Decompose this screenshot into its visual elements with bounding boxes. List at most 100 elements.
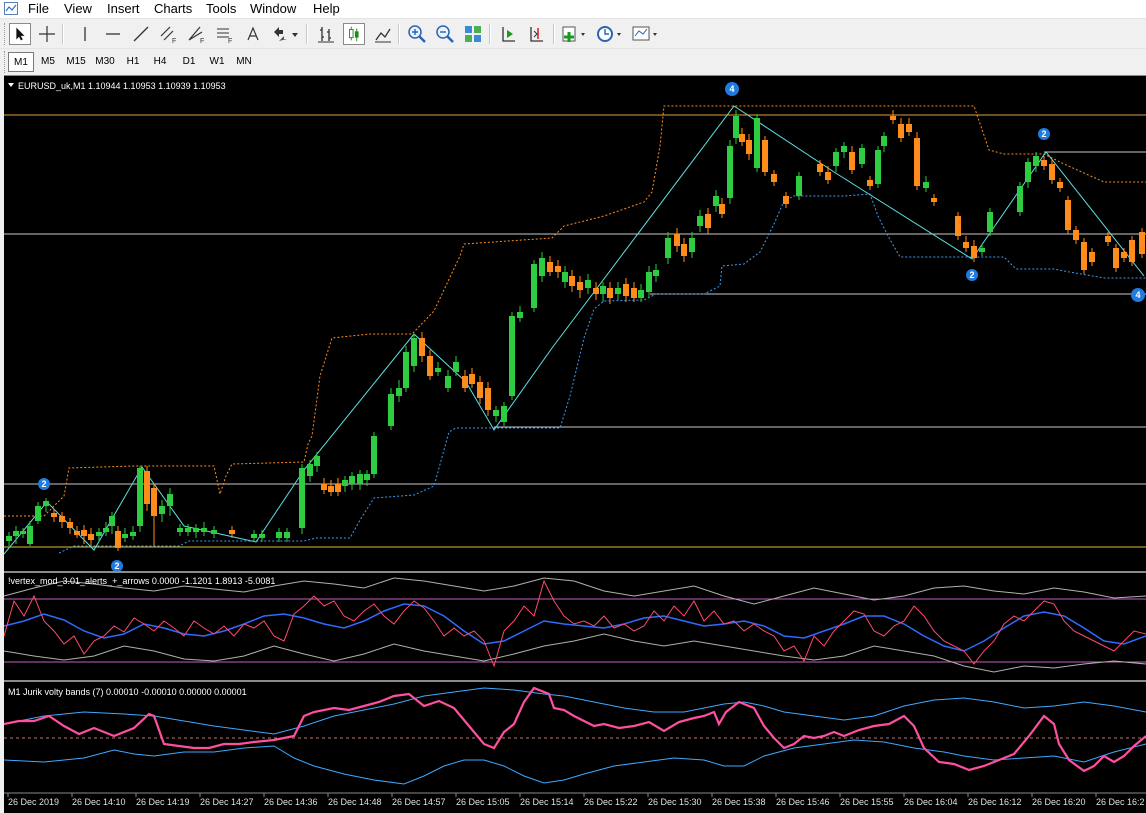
menu-window[interactable]: Window: [250, 1, 296, 17]
bullish-candle: [159, 506, 165, 514]
bullish-candle: [733, 116, 739, 138]
line-chart-icon[interactable]: [372, 23, 394, 45]
bearish-candle: [771, 174, 777, 182]
bullish-candle: [388, 394, 394, 426]
vertical-line-icon[interactable]: [74, 23, 96, 45]
bullish-candle: [833, 152, 839, 166]
bullish-candle: [562, 272, 568, 282]
bearish-candle: [971, 246, 977, 258]
chart-canvas[interactable]: 4 2 2 2 4 2 EURUSD_uk,M1 1.10944 1.10953…: [4, 76, 1146, 813]
bullish-candle: [276, 532, 282, 538]
bearish-candle: [151, 488, 157, 516]
bullish-candle: [453, 362, 459, 372]
timeframe-h4-button[interactable]: H4: [147, 52, 173, 72]
bearish-candle: [1113, 248, 1119, 268]
main-price-pane[interactable]: 4 2 2 2 4 2 EURUSD_uk,M1 1.10944 1.10953…: [4, 81, 1146, 572]
timeframe-m1-button[interactable]: M1: [8, 52, 34, 72]
time-axis-label: 26 Dec 15:46: [776, 797, 830, 807]
vertex-indicator-pane[interactable]: !vertex_mod_3.01_alerts_+_arrows 0.0000 …: [4, 576, 1146, 673]
bearish-candle: [547, 262, 553, 272]
bearish-candle: [1057, 182, 1063, 188]
timeframe-m15-button[interactable]: M15: [62, 52, 90, 72]
auto-scroll-icon[interactable]: [497, 23, 519, 45]
bearish-candle: [469, 374, 475, 384]
fibonacci-fan-icon[interactable]: F: [186, 23, 208, 45]
toolbar-separator: [62, 24, 64, 44]
bearish-candle: [963, 242, 969, 248]
timeframe-mn-button[interactable]: MN: [231, 52, 257, 72]
menu-charts[interactable]: Charts: [154, 1, 192, 17]
bearish-candle: [955, 216, 961, 236]
bullish-candle: [615, 288, 621, 294]
trendline-icon[interactable]: [130, 23, 152, 45]
bearish-candle: [623, 284, 629, 296]
bullish-candle: [109, 516, 115, 526]
menu-bar: File View Insert Charts Tools Window Hel…: [0, 0, 1146, 18]
lower-channel-line: [58, 193, 1146, 554]
candlestick-icon[interactable]: [343, 23, 365, 45]
indicators-icon[interactable]: [560, 23, 588, 45]
timeframe-h1-button[interactable]: H1: [120, 52, 146, 72]
timeframe-d1-button[interactable]: D1: [176, 52, 202, 72]
time-axis-label: 26 Dec 15:14: [520, 797, 574, 807]
app-icon[interactable]: [4, 2, 18, 15]
arrows-icon[interactable]: [270, 23, 300, 45]
bullish-candle: [96, 532, 102, 536]
bullish-candle: [13, 531, 19, 536]
periods-icon[interactable]: [594, 23, 624, 45]
jurik-pink-line: [4, 686, 1146, 773]
bullish-candle: [585, 280, 591, 288]
timeframe-m5-button[interactable]: M5: [35, 52, 61, 72]
bullish-candle: [185, 528, 191, 532]
cursor-icon[interactable]: [9, 23, 31, 45]
bearish-candle: [577, 282, 583, 290]
menu-insert[interactable]: Insert: [107, 1, 140, 17]
menu-help[interactable]: Help: [313, 1, 340, 17]
text-label-icon[interactable]: [242, 23, 264, 45]
timeframe-w1-button[interactable]: W1: [204, 52, 230, 72]
zoom-in-icon[interactable]: [406, 23, 428, 45]
bearish-candle: [867, 180, 873, 186]
bullish-candle: [130, 532, 136, 536]
bearish-candle: [1049, 164, 1055, 180]
bullish-candle: [211, 530, 217, 534]
horizontal-line-icon[interactable]: [102, 23, 124, 45]
bearish-candle: [705, 214, 711, 228]
upper-channel-line: [4, 105, 1146, 517]
bearish-candle: [783, 196, 789, 204]
bullish-candle: [201, 528, 207, 532]
timeframe-m30-button[interactable]: M30: [91, 52, 119, 72]
collapse-arrow-icon[interactable]: [8, 83, 14, 87]
svg-text:2: 2: [41, 479, 46, 489]
bearish-candle: [1121, 252, 1127, 258]
time-axis-label: 26 Dec 2019: [8, 797, 59, 807]
chart-window[interactable]: 4 2 2 2 4 2 EURUSD_uk,M1 1.10944 1.10953…: [4, 75, 1146, 813]
bullish-candle: [6, 536, 12, 541]
fibonacci-retracement-icon[interactable]: F: [214, 23, 236, 45]
bullish-candle: [357, 474, 363, 484]
bar-chart-icon[interactable]: [315, 23, 337, 45]
time-axis-label: 26 Dec 14:10: [72, 797, 126, 807]
jurik-indicator-header: M1 Jurik volty bands (7) 0.00010 -0.0001…: [8, 687, 247, 697]
crosshair-icon[interactable]: [36, 23, 58, 45]
fibonacci-channel-icon[interactable]: F: [158, 23, 180, 45]
menu-tools[interactable]: Tools: [206, 1, 236, 17]
svg-text:F: F: [200, 38, 204, 45]
chart-shift-icon[interactable]: [525, 23, 547, 45]
swing-marker-2-left-top: 2: [38, 478, 50, 490]
zoom-out-icon[interactable]: [434, 23, 456, 45]
bullish-candle: [167, 494, 173, 506]
bearish-candle: [1089, 252, 1095, 262]
bullish-candle: [193, 528, 199, 532]
menu-view[interactable]: View: [64, 1, 92, 17]
toolbar-grip[interactable]: [4, 23, 8, 45]
jurik-indicator-pane[interactable]: M1 Jurik volty bands (7) 0.00010 -0.0001…: [4, 686, 1146, 785]
bearish-candle: [555, 266, 561, 272]
tile-windows-icon[interactable]: [462, 23, 484, 45]
time-axis-label: 26 Dec 16:20: [1032, 797, 1086, 807]
bullish-candle: [403, 352, 409, 388]
menu-file[interactable]: File: [28, 1, 49, 17]
templates-icon[interactable]: [630, 23, 660, 45]
svg-text:F: F: [228, 38, 232, 45]
bullish-candle: [1025, 162, 1031, 182]
